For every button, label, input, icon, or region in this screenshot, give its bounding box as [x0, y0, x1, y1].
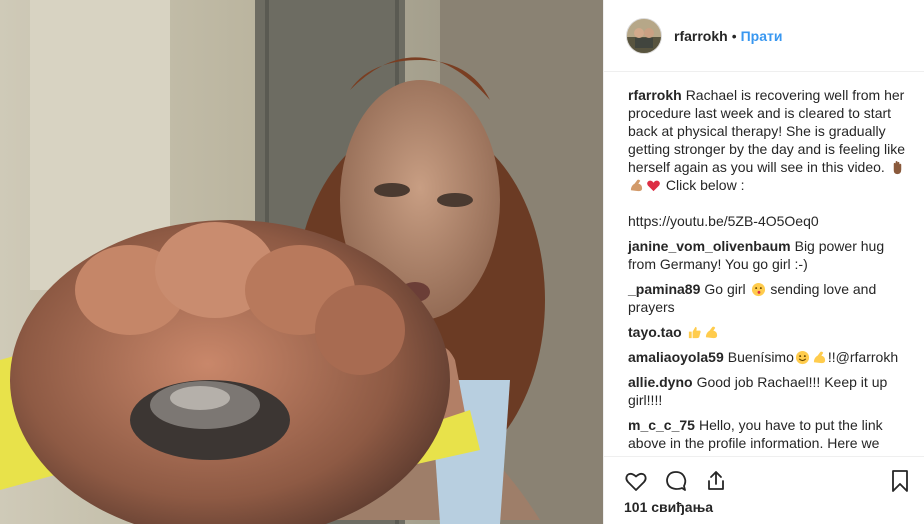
flexed-biceps-emoji-icon — [630, 179, 643, 192]
raised-hand-emoji-icon — [893, 160, 901, 175]
caption-text-end: Click below : — [662, 177, 745, 193]
comment-username[interactable]: _pamina89 — [628, 281, 700, 297]
instagram-post-view: rfarrokh • Прати rfarrokh Rachael is reco… — [0, 0, 924, 524]
comment-item: _pamina89 Go girl sending love and prayer… — [628, 280, 908, 316]
comment-item: m_c_c_75 Hello, you have to put the link … — [628, 416, 908, 452]
post-author-username[interactable]: rfarrokh — [674, 28, 728, 44]
caption-username[interactable]: rfarrokh — [628, 87, 682, 103]
comment-text: Go girl — [704, 281, 750, 297]
avatar-image — [627, 18, 661, 53]
post-actions: 101 свиђања — [604, 456, 924, 524]
red-heart-emoji-icon — [647, 180, 660, 192]
comment-username[interactable]: janine_vom_olivenbaum — [628, 238, 791, 254]
post-sidebar: rfarrokh • Прати rfarrokh Rachael is reco… — [603, 0, 924, 524]
likes-count[interactable]: 101 свиђања — [624, 499, 910, 515]
thumbs-up-emoji-icon — [688, 326, 701, 339]
comment-username[interactable]: m_c_c_75 — [628, 417, 695, 433]
post-caption: rfarrokh Rachael is recovering well from … — [628, 86, 908, 230]
post-header: rfarrokh • Прати — [604, 0, 924, 72]
comments-list[interactable]: rfarrokh Rachael is recovering well from … — [604, 72, 924, 456]
post-video[interactable] — [0, 0, 603, 524]
bookmark-icon[interactable] — [888, 469, 912, 493]
comment-item: tayo.tao — [628, 323, 908, 341]
comment-username[interactable]: amaliaoyola59 — [628, 349, 724, 365]
comment-text: Buenísimo — [727, 349, 794, 365]
comment-username[interactable]: allie.dyno — [628, 374, 693, 390]
kissing-face-emoji-icon — [751, 282, 765, 297]
flexed-biceps-emoji-icon — [813, 351, 826, 364]
comment-username[interactable]: tayo.tao — [628, 324, 682, 340]
action-row — [624, 465, 910, 497]
header-separator: • — [731, 27, 737, 44]
comment-text-end: !!@rfarrokh — [827, 349, 899, 365]
heart-icon[interactable] — [624, 469, 648, 493]
comment-item: amaliaoyola59 Buenísimo !!@rfarrokh — [628, 348, 908, 366]
comment-item: allie.dyno Good job Rachael!!! Keep it up… — [628, 373, 908, 409]
video-frame — [0, 0, 603, 524]
smiling-face-emoji-icon — [795, 350, 809, 365]
comment-icon[interactable] — [664, 469, 688, 493]
share-icon[interactable] — [704, 469, 728, 493]
flexed-biceps-emoji-icon — [705, 326, 717, 339]
follow-button[interactable]: Прати — [741, 28, 783, 44]
comment-item: janine_vom_olivenbaum Big power hug from … — [628, 237, 908, 273]
avatar[interactable] — [626, 17, 662, 54]
caption-link[interactable]: https://youtu.be/5ZB-4O5Oeq0 — [628, 213, 819, 229]
